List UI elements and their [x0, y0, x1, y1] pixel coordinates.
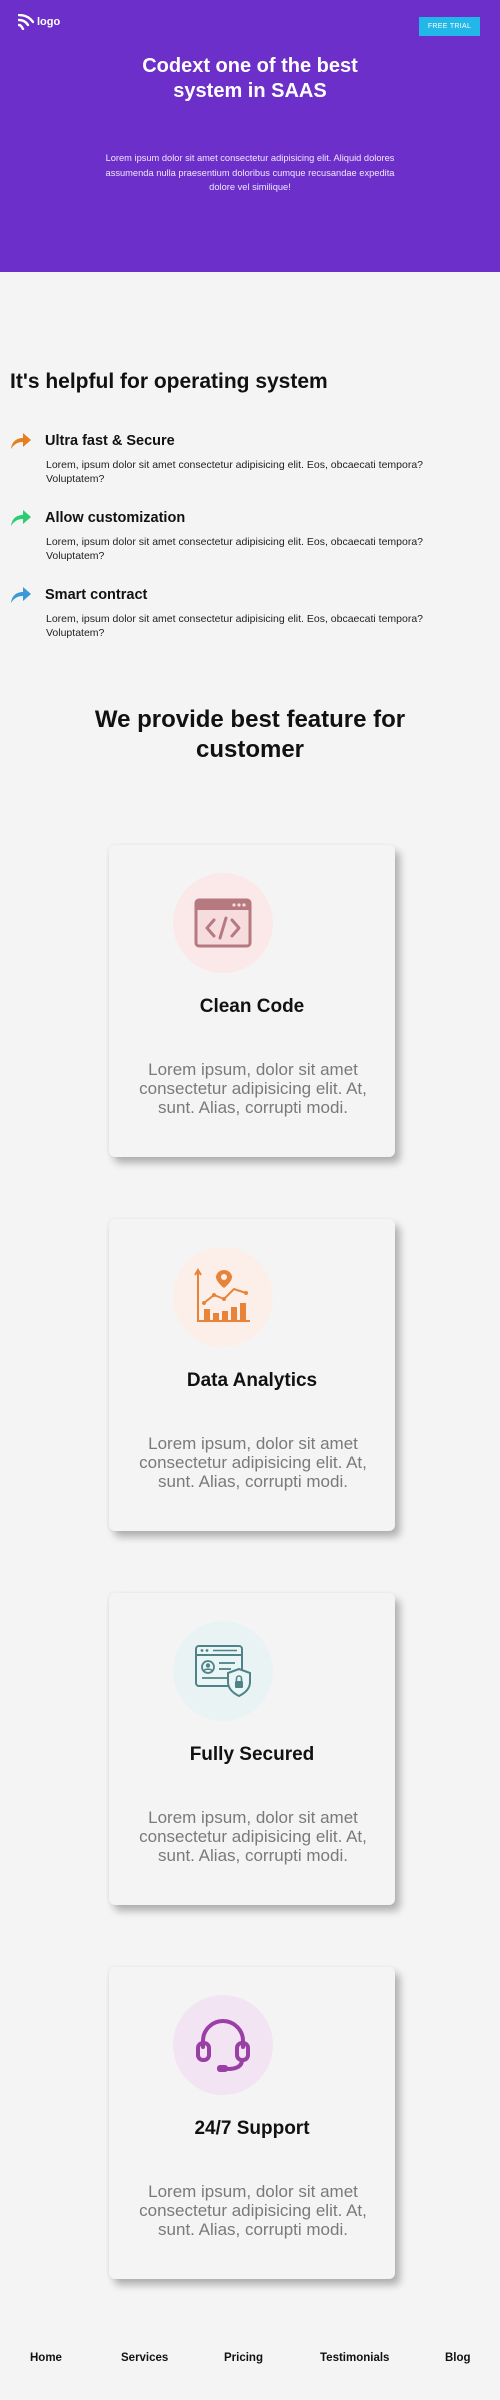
card-icon-circle [173, 1621, 273, 1721]
footer-link-pricing[interactable]: Pricing [224, 2352, 263, 2364]
feature-card-clean-code: Clean Code Lorem ipsum, dolor sit amet c… [109, 845, 395, 1157]
share-arrow-icon [11, 433, 31, 449]
feature-card-support: 24/7 Support Lorem ipsum, dolor sit amet… [109, 1967, 395, 2279]
feature-card-fully-secured: Fully Secured Lorem ipsum, dolor sit ame… [109, 1593, 395, 1905]
card-title: Data Analytics [186, 1370, 318, 1391]
feature-title: Allow customization [45, 510, 186, 526]
card-title: Fully Secured [189, 1744, 315, 1765]
logo-icon [18, 14, 34, 30]
card-text: Lorem ipsum, dolor sit amet consectetur … [139, 1808, 367, 1865]
share-arrow-icon [11, 510, 31, 526]
card-text: Lorem ipsum, dolor sit amet consectetur … [139, 1060, 367, 1117]
feature-title: Smart contract [45, 587, 148, 603]
feature-title: Ultra fast & Secure [45, 433, 175, 449]
footer-link-blog[interactable]: Blog [445, 2352, 471, 2364]
free-trial-button[interactable]: FREE TRIAL [419, 17, 480, 36]
logo-text: logo [37, 16, 61, 28]
hero-subtitle: Lorem ipsum dolor sit amet consectetur a… [105, 153, 395, 192]
card-icon-circle [173, 873, 273, 973]
feature-text: Lorem, ipsum dolor sit amet consectetur … [46, 459, 424, 485]
feature-text: Lorem, ipsum dolor sit amet consectetur … [46, 613, 424, 639]
analytics-chart-icon [194, 1268, 250, 1322]
card-title: 24/7 Support [194, 2118, 310, 2139]
card-text: Lorem ipsum, dolor sit amet consectetur … [139, 1434, 367, 1491]
secure-profile-icon [195, 1645, 251, 1698]
feature-text: Lorem, ipsum dolor sit amet consectetur … [46, 536, 424, 562]
hero-section: logo FREE TRIAL Codext one of the best s… [0, 0, 500, 272]
card-icon-circle [173, 1247, 273, 1347]
footer-nav: Home Services Pricing Testimonials Blog [0, 2352, 500, 2376]
feature-card-data-analytics: Data Analytics Lorem ipsum, dolor sit am… [109, 1219, 395, 1531]
section-title-features: We provide best feature for customer [94, 706, 406, 763]
footer-link-testimonials[interactable]: Testimonials [320, 2352, 389, 2364]
footer-link-home[interactable]: Home [30, 2352, 62, 2364]
code-window-icon [194, 898, 252, 948]
headset-icon [196, 2019, 250, 2072]
section-title-helpful: It's helpful for operating system [10, 370, 328, 393]
share-arrow-icon [11, 587, 31, 603]
footer-link-services[interactable]: Services [121, 2352, 168, 2364]
hero-title: Codext one of the best system in SAAS [142, 55, 358, 102]
logo[interactable]: logo [18, 14, 60, 30]
card-text: Lorem ipsum, dolor sit amet consectetur … [139, 2182, 367, 2239]
card-title: Clean Code [199, 996, 305, 1017]
card-icon-circle [173, 1995, 273, 2095]
